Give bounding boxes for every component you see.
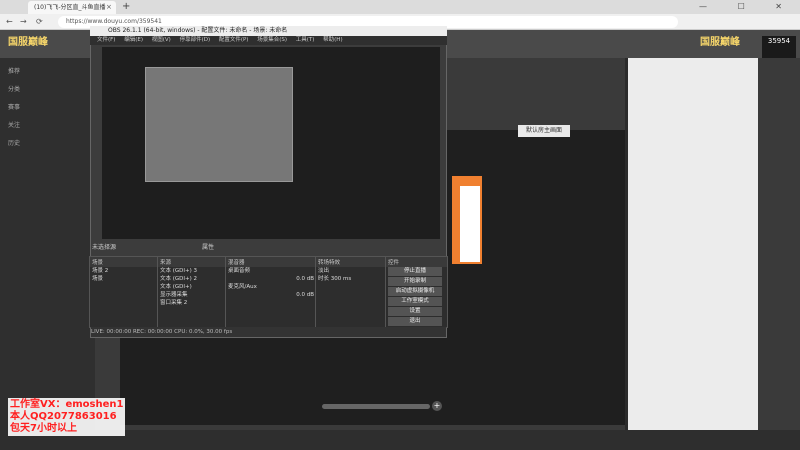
scenes-dock: 场景 场景 2 场景 — [89, 256, 159, 328]
no-source-label: 未选择源 — [92, 244, 117, 251]
menu-help[interactable]: 帮助(H) — [323, 37, 342, 43]
window-controls[interactable]: — ☐ ✕ — [699, 0, 796, 14]
sidebar-item-category[interactable]: 分类 — [8, 84, 20, 93]
watermark-text: 工作室VX：emoshen1 本人QQ2077863016 包天7小时以上 — [8, 398, 126, 436]
mixer-channel-level: 0.0 dB — [296, 292, 314, 298]
obs-title-bar: OBS 26.1.1 (64-bit, windows) - 配置文件: 未命名… — [90, 26, 447, 36]
source-item[interactable]: 文本 (GDI+) — [158, 283, 226, 291]
scene-item[interactable]: 场景 — [90, 275, 158, 283]
studio-mode-button[interactable]: 工作室模式 — [388, 297, 442, 306]
scenes-header: 场景 — [90, 257, 158, 267]
player-scrollbar[interactable] — [322, 404, 430, 409]
properties-button[interactable]: 属性 — [202, 242, 214, 251]
controls-header: 控件 — [386, 257, 447, 267]
sidebar-item-history[interactable]: 历史 — [8, 138, 20, 147]
menu-docks[interactable]: 停靠部件(D) — [180, 37, 211, 43]
promo-popup-body — [460, 186, 480, 262]
menu-view[interactable]: 视图(V) — [152, 37, 171, 43]
watermark-line: 本人QQ2077863016 — [10, 411, 117, 422]
menu-scene-collection[interactable]: 场景集合(S) — [257, 37, 287, 43]
sources-header: 来源 — [158, 257, 226, 267]
chat-panel — [628, 58, 758, 450]
source-item[interactable]: 窗口采集 2 — [158, 299, 226, 307]
source-item[interactable]: 文本 (GDI+) 3 — [158, 267, 226, 275]
default-view-button[interactable]: 默认房主画面 — [518, 125, 570, 137]
nested-preview — [145, 67, 293, 182]
site-sidebar: 推荐 分类 赛事 关注 历史 — [0, 58, 95, 450]
browser-tab[interactable]: (10)飞飞-分区直_斗鱼直播 — [28, 1, 116, 14]
menu-profile[interactable]: 配置文件(P) — [219, 37, 249, 43]
right-rail — [758, 58, 800, 450]
duration-input[interactable]: 300 ms — [331, 276, 351, 282]
sources-dock: 来源 文本 (GDI+) 3 文本 (GDI+) 2 文本 (GDI+) 显示器… — [157, 256, 227, 328]
start-recording-button[interactable]: 开始录制 — [388, 277, 442, 286]
add-button[interactable]: + — [432, 401, 442, 411]
source-item[interactable]: 文本 (GDI+) 2 — [158, 275, 226, 283]
mixer-dock: 混音器 桌面音频 0.0 dB 麦克风/Aux 0.0 dB — [225, 256, 317, 328]
mixer-channel-name: 桌面音频 — [228, 268, 251, 274]
menu-edit[interactable]: 编辑(E) — [124, 37, 143, 43]
stop-streaming-button[interactable]: 停止直播 — [388, 267, 442, 276]
sidebar-item-events[interactable]: 赛事 — [8, 102, 20, 111]
settings-button[interactable]: 设置 — [388, 307, 442, 316]
obs-menu-bar: 文件(F) 编辑(E) 视图(V) 停靠部件(D) 配置文件(P) 场景集合(S… — [90, 36, 447, 45]
reload-icon[interactable]: ⟳ — [36, 15, 43, 29]
transitions-header: 转场特效 — [316, 257, 386, 267]
menu-tools[interactable]: 工具(T) — [296, 37, 315, 43]
menu-file[interactable]: 文件(F) — [97, 37, 115, 43]
transition-select[interactable]: 淡出 — [316, 267, 386, 275]
mixer-channel-level: 0.0 dB — [296, 276, 314, 282]
sidebar-item-follow[interactable]: 关注 — [8, 120, 20, 129]
forward-icon[interactable]: → — [20, 15, 27, 29]
sidebar-item-recommend[interactable]: 推荐 — [8, 66, 20, 75]
back-icon[interactable]: ← — [6, 15, 13, 29]
scene-item[interactable]: 场景 2 — [90, 267, 158, 275]
obs-status-bar: LIVE: 00:00:00 REC: 00:00:00 CPU: 0.0%, … — [91, 327, 446, 337]
room-number: 35954 — [767, 37, 791, 45]
tab-close-icon[interactable]: × — [106, 1, 112, 14]
virtual-camera-button[interactable]: 启动虚拟摄像机 — [388, 287, 442, 296]
source-item[interactable]: 显示器采集 — [158, 291, 226, 299]
watermark-line: 包天7小时以上 — [10, 423, 77, 434]
new-tab-button[interactable]: + — [122, 0, 130, 14]
exit-button[interactable]: 退出 — [388, 317, 442, 326]
mixer-channel-name: 麦克风/Aux — [228, 284, 257, 290]
duration-label: 时长 — [318, 276, 330, 282]
watermark-line: 工作室VX：emoshen1 — [10, 399, 124, 410]
browser-tab-bar — [0, 0, 800, 14]
transitions-dock: 转场特效 淡出 时长 300 ms — [315, 256, 387, 328]
event-logo: 国服巅峰 — [700, 37, 740, 48]
site-logo[interactable]: 国服巅峰 — [8, 32, 68, 54]
mixer-header: 混音器 — [226, 257, 316, 267]
